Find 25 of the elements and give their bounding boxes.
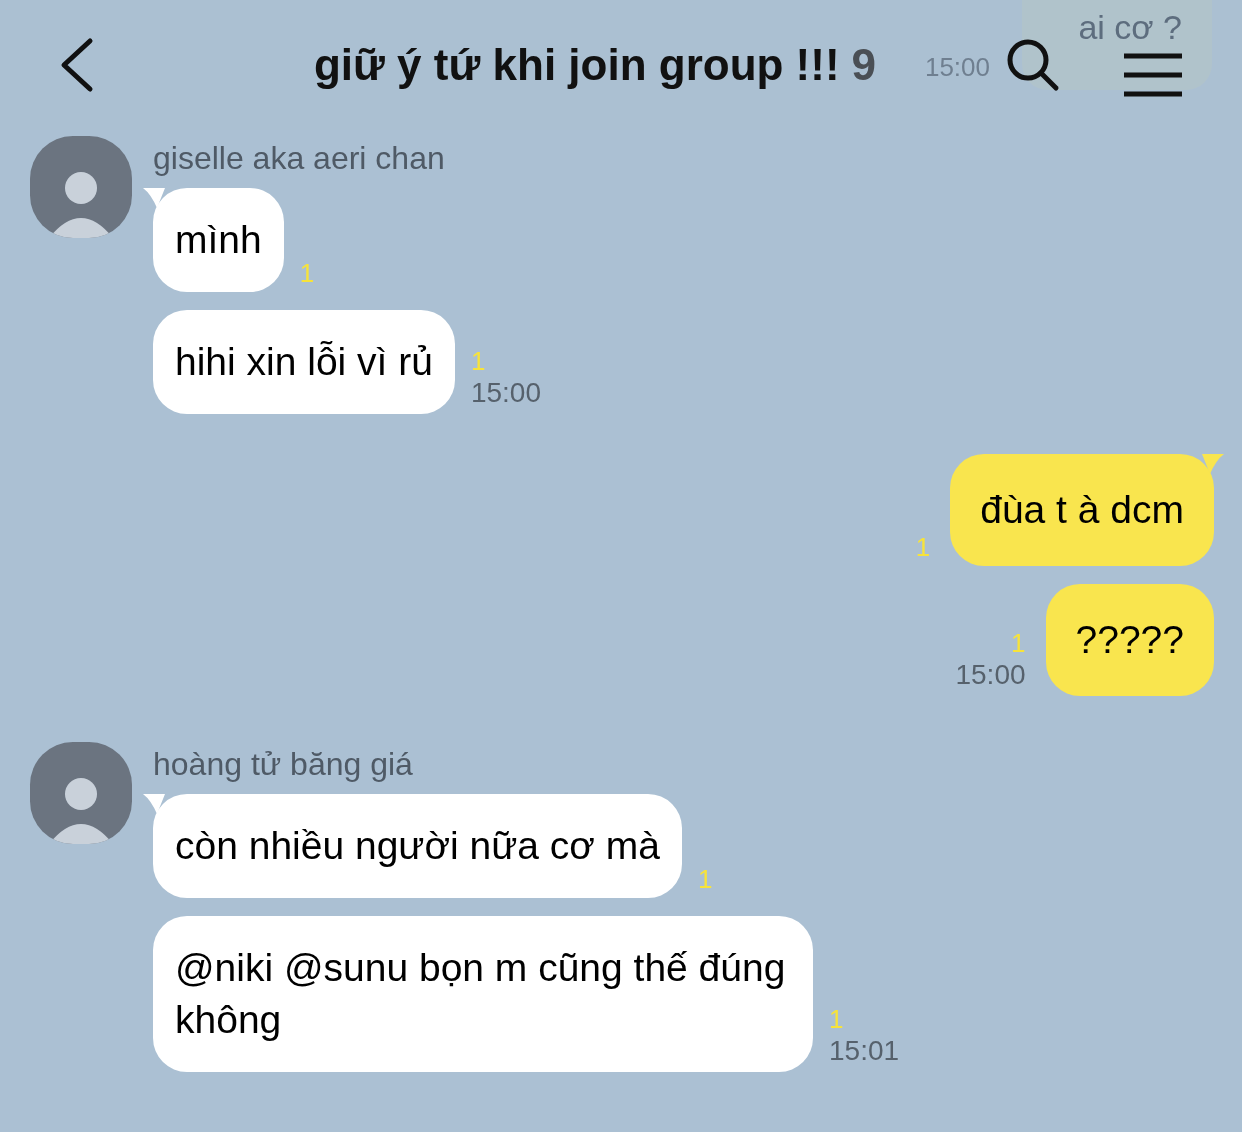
bubble-tail	[143, 188, 165, 208]
message-time: 15:00	[955, 658, 1026, 692]
unread-count: 1	[829, 1004, 844, 1034]
avatar[interactable]	[30, 742, 132, 844]
sender-name: giselle aka aeri chan	[153, 139, 446, 178]
avatar[interactable]	[30, 136, 132, 238]
bubble-tail	[1202, 454, 1224, 474]
message-text: ai cơ ?	[1078, 8, 1182, 46]
message-time: 15:00	[470, 376, 541, 410]
unread-count: 1	[470, 346, 486, 376]
bubble-tail	[143, 794, 165, 814]
unread-count: 1	[1011, 628, 1026, 658]
message-bubble: ?????	[1045, 584, 1214, 696]
search-icon[interactable]	[1006, 38, 1060, 92]
message-time: 15:00	[924, 52, 990, 82]
sender-name: hoàng tử băng giá	[153, 745, 414, 784]
message-bubble: @niki @sunu bọn m cũng thế đúng không	[153, 916, 813, 1072]
unread-count: 1	[915, 532, 931, 562]
member-count: 9	[851, 39, 877, 91]
unread-count: 1	[697, 864, 713, 894]
unread-count: 1	[299, 258, 315, 288]
message-time: 15:01	[829, 1034, 900, 1068]
menu-icon[interactable]	[1122, 52, 1184, 98]
message-bubble: hihi xin lỗi vì rủ	[153, 310, 455, 414]
chat-title: giữ ý tứ khi join group !!!	[313, 39, 840, 91]
